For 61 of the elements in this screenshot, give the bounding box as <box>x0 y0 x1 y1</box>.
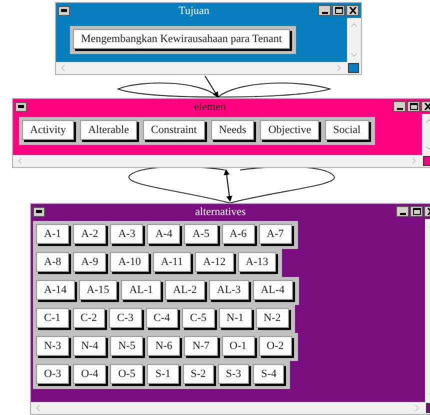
node-button[interactable]: A-6 <box>222 224 255 244</box>
node-button[interactable]: AL-4 <box>252 280 293 300</box>
node-button[interactable]: A-1 <box>36 224 70 244</box>
node-button[interactable]: A-4 <box>147 224 180 244</box>
node-button[interactable]: C-4 <box>146 308 178 328</box>
maximize-icon[interactable] <box>332 5 345 16</box>
window-title: alternatives <box>194 204 247 218</box>
node-button[interactable]: N-5 <box>110 336 144 356</box>
system-menu-icon[interactable] <box>58 6 70 16</box>
node-button[interactable]: Constraint <box>143 120 205 140</box>
node-button[interactable]: Mengembangkan Kewirausahaan para Tenant <box>73 29 290 49</box>
node-button[interactable]: O-1 <box>222 336 255 356</box>
node-button[interactable]: Needs <box>210 120 254 140</box>
node-button[interactable]: N-6 <box>147 336 180 356</box>
node-button[interactable]: N-1 <box>218 308 252 328</box>
node-button[interactable]: O-3 <box>36 364 70 384</box>
node-button[interactable]: N-7 <box>184 336 218 356</box>
system-menu-icon[interactable] <box>15 102 27 112</box>
minimize-icon[interactable] <box>318 5 331 16</box>
node-button[interactable]: A-5 <box>184 224 218 244</box>
node-button[interactable]: C-3 <box>109 308 142 328</box>
node-button[interactable]: A-10 <box>110 252 149 272</box>
node-button[interactable]: S-1 <box>147 364 179 384</box>
node-button[interactable]: A-11 <box>152 252 192 272</box>
node-button[interactable]: A-2 <box>73 224 106 244</box>
corner-square-icon <box>348 63 359 73</box>
node-button[interactable]: O-5 <box>110 364 144 384</box>
node-button[interactable]: Social <box>325 120 369 140</box>
node-button[interactable]: Objective <box>260 120 320 140</box>
node-button[interactable]: N-4 <box>73 336 106 356</box>
close-icon[interactable] <box>346 5 359 16</box>
minimize-icon[interactable] <box>396 206 409 217</box>
maximize-icon[interactable] <box>407 101 420 112</box>
system-menu-icon[interactable] <box>33 206 45 216</box>
node-button[interactable]: A-15 <box>78 280 118 300</box>
node-button[interactable]: A-13 <box>238 252 276 272</box>
node-button[interactable]: A-14 <box>36 280 75 300</box>
node-button[interactable]: Activity <box>22 120 74 140</box>
node-button[interactable]: A-3 <box>110 224 144 244</box>
node-button[interactable]: O-4 <box>73 364 106 384</box>
minimize-icon[interactable] <box>393 101 406 112</box>
node-button[interactable]: S-2 <box>182 364 214 384</box>
node-button[interactable]: A-7 <box>258 224 292 244</box>
window-title: Tujuan <box>178 4 210 18</box>
node-button[interactable]: AL-2 <box>165 280 205 300</box>
node-button[interactable]: A-8 <box>36 252 70 272</box>
node-button[interactable]: C-2 <box>72 308 105 328</box>
node-button[interactable]: C-5 <box>182 308 214 328</box>
node-button[interactable]: O-2 <box>258 336 292 356</box>
node-button[interactable]: N-3 <box>36 336 70 356</box>
node-button[interactable]: AL-3 <box>208 280 249 300</box>
node-button[interactable]: C-1 <box>36 308 68 328</box>
node-button[interactable]: S-3 <box>218 364 250 384</box>
maximize-icon[interactable] <box>410 206 423 217</box>
node-button[interactable]: S-4 <box>253 364 284 384</box>
node-button[interactable]: Alterable <box>80 120 137 140</box>
node-button[interactable]: A-9 <box>73 252 106 272</box>
node-button[interactable]: A-12 <box>195 252 234 272</box>
window-title: elemen <box>193 100 227 114</box>
node-button[interactable]: N-2 <box>256 308 289 328</box>
node-button[interactable]: AL-1 <box>121 280 162 300</box>
